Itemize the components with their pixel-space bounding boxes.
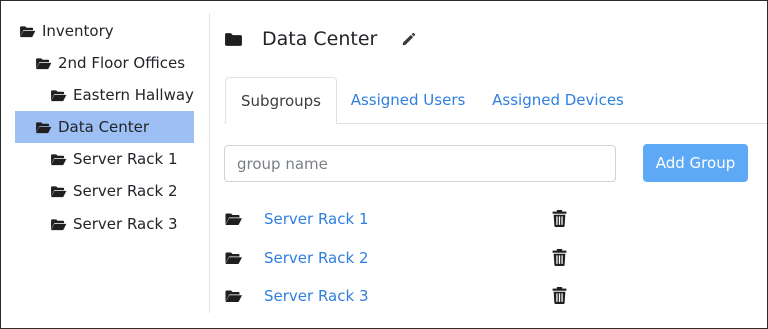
- trash-icon[interactable]: [552, 210, 567, 227]
- folder-open-icon: [225, 290, 242, 302]
- tree-item-label: Server Rack 2: [73, 182, 178, 200]
- tree-item-label: Inventory: [42, 22, 114, 40]
- tree-item-2nd-floor-offices[interactable]: 2nd Floor Offices: [35, 47, 185, 79]
- tab-subgroups[interactable]: Subgroups: [225, 77, 337, 124]
- group-name-input[interactable]: [224, 145, 616, 182]
- tab-assigned-users[interactable]: Assigned Users: [341, 77, 475, 123]
- trash-icon[interactable]: [552, 287, 567, 304]
- folder-open-icon: [51, 89, 67, 101]
- group-tree: Inventory 2nd Floor Offices Eastern Hall…: [1, 1, 209, 328]
- tree-item-server-rack-1[interactable]: Server Rack 1: [50, 143, 178, 175]
- folder-icon: [225, 32, 242, 46]
- subgroup-link[interactable]: Server Rack 3: [264, 287, 369, 305]
- folder-open-icon: [36, 121, 52, 133]
- subgroup-row: Server Rack 3: [224, 281, 767, 311]
- tree-item-label: Server Rack 3: [73, 215, 178, 233]
- tree-item-label: Server Rack 1: [73, 150, 178, 168]
- group-detail-panel: Data Center Subgroups Assigned Users Ass…: [210, 1, 767, 328]
- folder-open-icon: [20, 25, 36, 37]
- subgroup-row: Server Rack 1: [224, 204, 767, 234]
- tree-item-data-center[interactable]: Data Center: [15, 111, 194, 143]
- tree-item-label: Eastern Hallway: [73, 86, 194, 104]
- folder-open-icon: [225, 213, 242, 225]
- subgroup-link[interactable]: Server Rack 1: [264, 210, 369, 228]
- tree-item-server-rack-2[interactable]: Server Rack 2: [50, 175, 178, 207]
- folder-open-icon: [36, 57, 52, 69]
- tree-item-label: Data Center: [58, 118, 150, 136]
- folder-open-icon: [225, 252, 242, 264]
- add-group-button[interactable]: Add Group: [643, 144, 748, 182]
- page-header: Data Center: [224, 23, 416, 55]
- pencil-icon[interactable]: [401, 32, 416, 47]
- folder-open-icon: [51, 185, 67, 197]
- subgroup-row: Server Rack 2: [224, 243, 767, 273]
- tab-bar: Subgroups Assigned Users Assigned Device…: [224, 77, 767, 124]
- page-title: Data Center: [262, 28, 378, 50]
- tree-item-server-rack-3[interactable]: Server Rack 3: [50, 208, 178, 240]
- tree-item-eastern-hallway[interactable]: Eastern Hallway: [50, 79, 194, 111]
- app-frame: Inventory 2nd Floor Offices Eastern Hall…: [0, 0, 768, 329]
- folder-open-icon: [51, 153, 67, 165]
- tab-assigned-devices[interactable]: Assigned Devices: [485, 77, 631, 123]
- tree-item-label: 2nd Floor Offices: [58, 54, 186, 72]
- trash-icon[interactable]: [552, 249, 567, 266]
- tree-item-inventory[interactable]: Inventory: [19, 15, 114, 47]
- subgroup-link[interactable]: Server Rack 2: [264, 249, 369, 267]
- folder-open-icon: [51, 218, 67, 230]
